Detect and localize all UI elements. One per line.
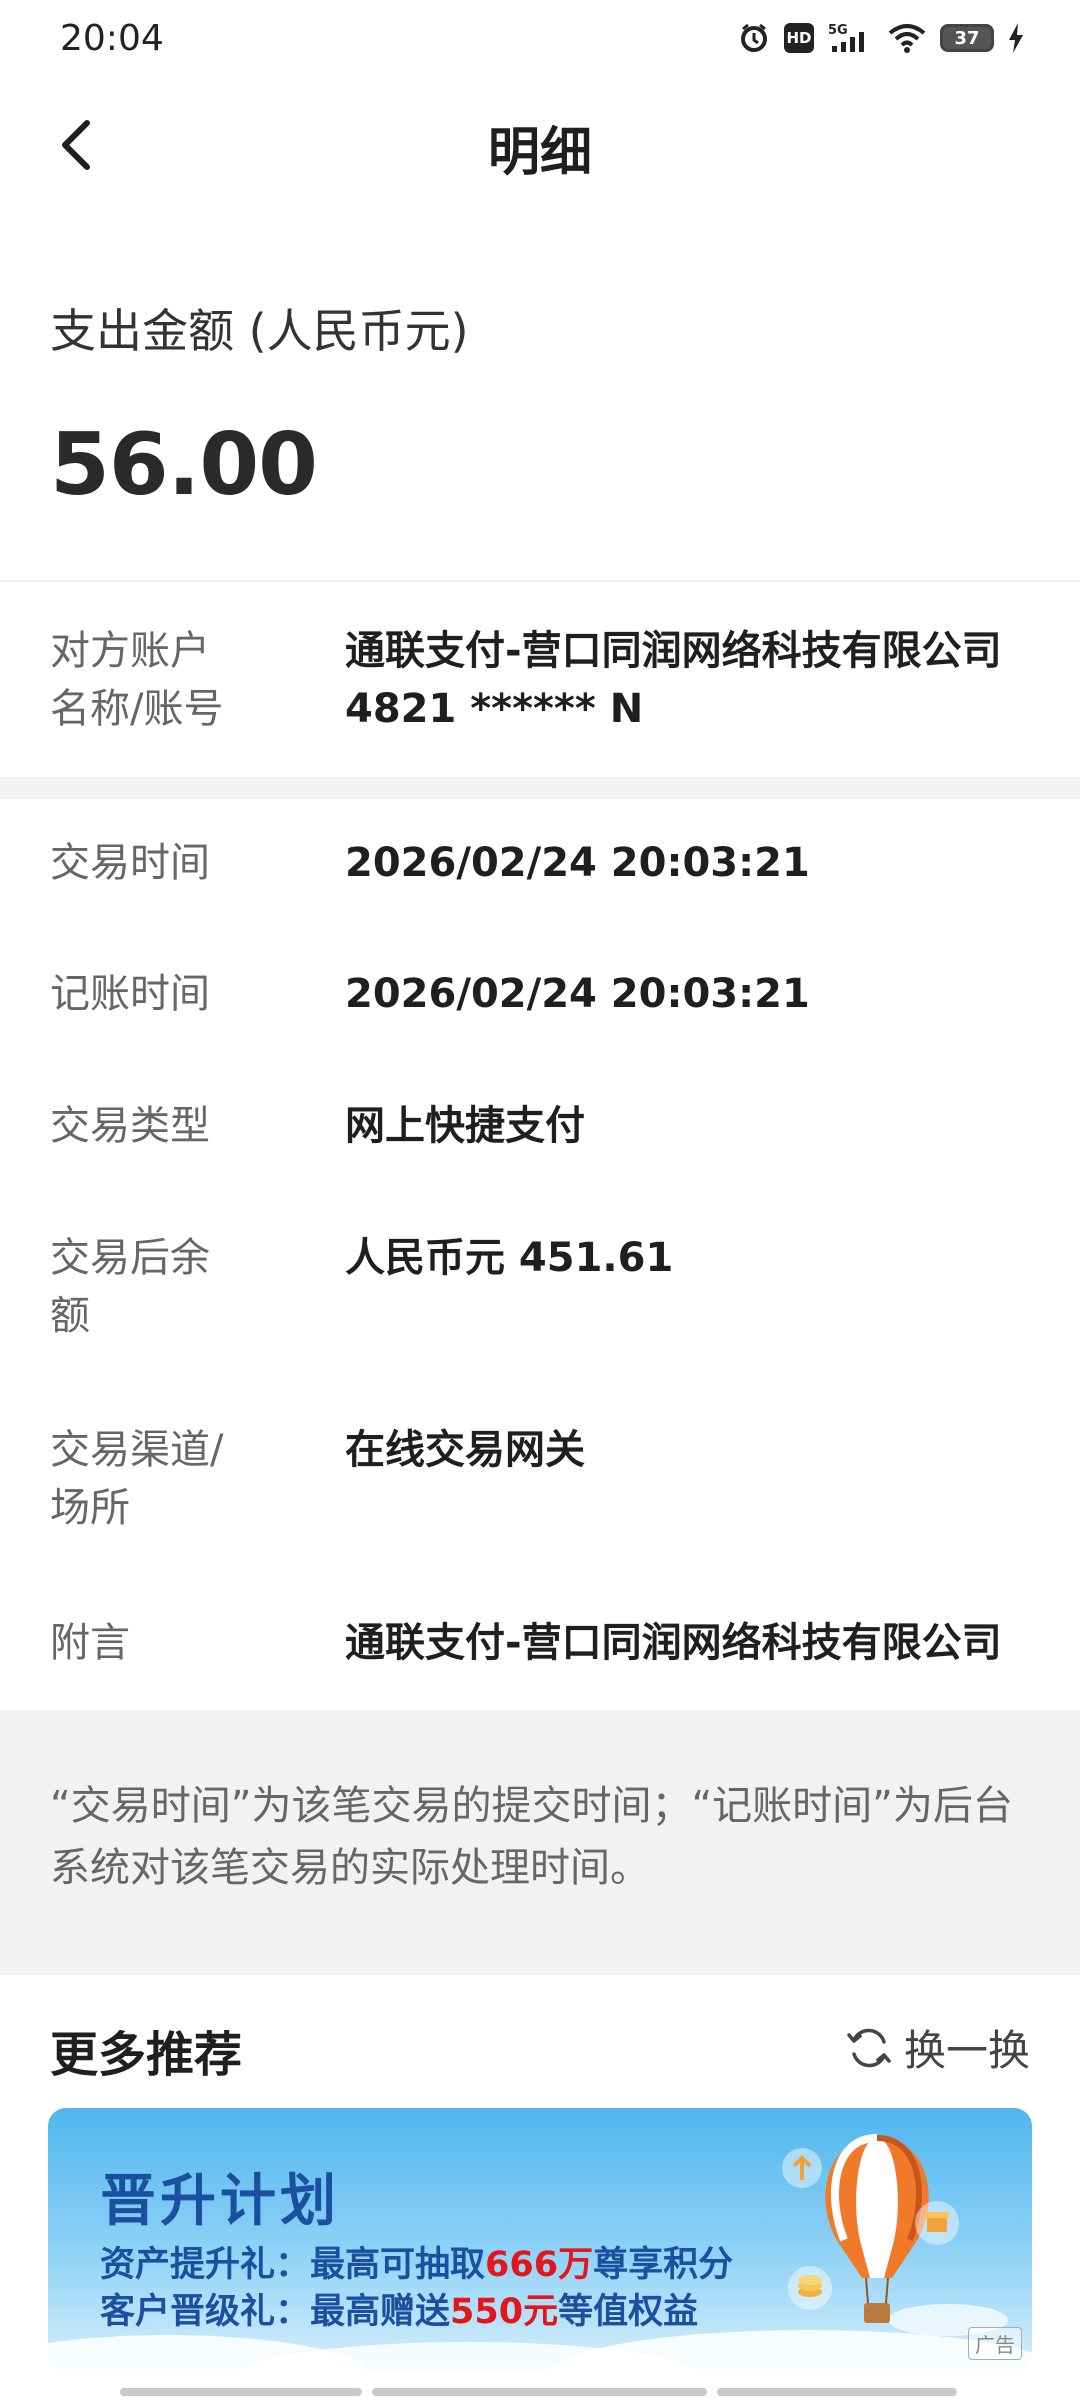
banner-line2-highlight: 550元: [450, 2292, 559, 2332]
detail-value-post-time: 2026/02/24 20:03:21: [345, 971, 810, 1017]
status-time: 20:04: [60, 18, 164, 59]
detail-label-trade-time: 交易时间: [50, 840, 210, 886]
detail-value-trade-type: 网上快捷支付: [345, 1103, 585, 1149]
amount-label: 支出金额 (人民币元): [50, 304, 469, 358]
banner-title: 晋升计划: [100, 2169, 340, 2234]
banner-line2-prefix: 客户晋级礼：最高赠送: [100, 2292, 451, 2332]
hd-icon: HD: [784, 23, 814, 53]
banner-line-1: 资产提升礼：最高可抽取666万尊享积分: [100, 2236, 733, 2287]
detail-label-channel: 交易渠道/ 场所: [50, 1421, 223, 1537]
detail-value-balance: 人民币元 451.61: [345, 1235, 674, 1281]
counterparty-value: 通联支付-营口同润网络科技有限公司 4821 ****** N: [345, 622, 1035, 738]
promo-banner[interactable]: 晋升计划 资产提升礼：最高可抽取666万尊享积分 客户晋级礼：最高赠送550元等…: [48, 2108, 1032, 2370]
carousel-indicator-1: [120, 2388, 362, 2396]
banner-line1-suffix: 尊享积分: [593, 2245, 734, 2285]
alarm-icon: [738, 22, 770, 54]
page-title: 明细: [487, 123, 592, 183]
counterparty-label: 对方账户 名称/账号: [50, 622, 223, 738]
counterparty-label-line1: 对方账户: [50, 628, 210, 674]
battery-icon: 37: [940, 24, 994, 52]
refresh-label: 换一换: [903, 2026, 1030, 2075]
wifi-icon: [888, 23, 926, 53]
detail-label-balance-line2: 额: [50, 1293, 90, 1339]
detail-label-channel-line2: 场所: [50, 1485, 130, 1531]
balloon-illustration: [782, 2134, 959, 2323]
counterparty-label-line2: 名称/账号: [50, 686, 224, 732]
carousel-indicator-3: [717, 2388, 957, 2396]
status-icons: HD 5G 37: [738, 22, 1024, 54]
charging-icon: [1008, 23, 1024, 53]
counterparty-account: 4821 ****** N: [345, 686, 644, 732]
counterparty-block: 对方账户 名称/账号 通联支付-营口同润网络科技有限公司 4821 ******…: [0, 582, 1080, 777]
refresh-button[interactable]: 换一换: [846, 2017, 1030, 2078]
nav-bar: 明细: [0, 80, 1080, 210]
banner-line1-highlight: 666万: [485, 2245, 594, 2285]
counterparty-name: 通联支付-营口同润网络科技有限公司: [345, 628, 1002, 674]
detail-label-channel-line1: 交易渠道/: [50, 1427, 224, 1473]
transaction-detail-screen: 20:04 HD 5G 37 明细 支出金额 (人民币元) 56.00 对方账户…: [0, 0, 1080, 2400]
banner-line1-prefix: 资产提升礼：最高可抽取: [100, 2245, 486, 2285]
ad-label: 广告: [968, 2327, 1022, 2360]
refresh-icon: [847, 2028, 891, 2067]
detail-label-post-time: 记账时间: [50, 971, 210, 1017]
banner-line2-suffix: 等值权益: [558, 2292, 699, 2332]
note-block: “交易时间”为该笔交易的提交时间；“记账时间”为后台系统对该笔交易的实际处理时间…: [0, 1710, 1080, 1975]
detail-label-balance-line1: 交易后余: [50, 1235, 210, 1281]
detail-label-balance: 交易后余 额: [50, 1229, 210, 1345]
amount-value: 56.00: [50, 415, 318, 515]
signal-5g-icon: 5G: [828, 22, 874, 54]
recommend-section: 更多推荐 换一换 晋升计划 资产提升礼：最高可抽取666万尊享积分 客户晋级礼：…: [0, 1975, 1080, 2400]
detail-value-remark: 通联支付-营口同润网络科技有限公司: [345, 1620, 1002, 1666]
svg-text:5G: 5G: [828, 23, 848, 38]
detail-value-channel: 在线交易网关: [345, 1427, 585, 1473]
banner-line-2: 客户晋级礼：最高赠送550元等值权益: [100, 2283, 698, 2334]
carousel-indicator-2: [372, 2388, 707, 2396]
status-bar: 20:04 HD 5G 37: [0, 0, 1080, 80]
note-text: “交易时间”为该笔交易的提交时间；“记账时间”为后台系统对该笔交易的实际处理时间…: [50, 1783, 1013, 1891]
detail-label-trade-type: 交易类型: [50, 1103, 210, 1149]
detail-label-remark: 附言: [50, 1620, 130, 1666]
recommend-title: 更多推荐: [50, 2027, 243, 2083]
carousel-indicator: [0, 2388, 1080, 2400]
detail-value-trade-time: 2026/02/24 20:03:21: [345, 840, 810, 886]
section-divider: [0, 777, 1080, 799]
amount-section: 支出金额 (人民币元) 56.00: [0, 210, 1080, 582]
details-block: 交易时间 2026/02/24 20:03:21 记账时间 2026/02/24…: [0, 799, 1080, 1709]
